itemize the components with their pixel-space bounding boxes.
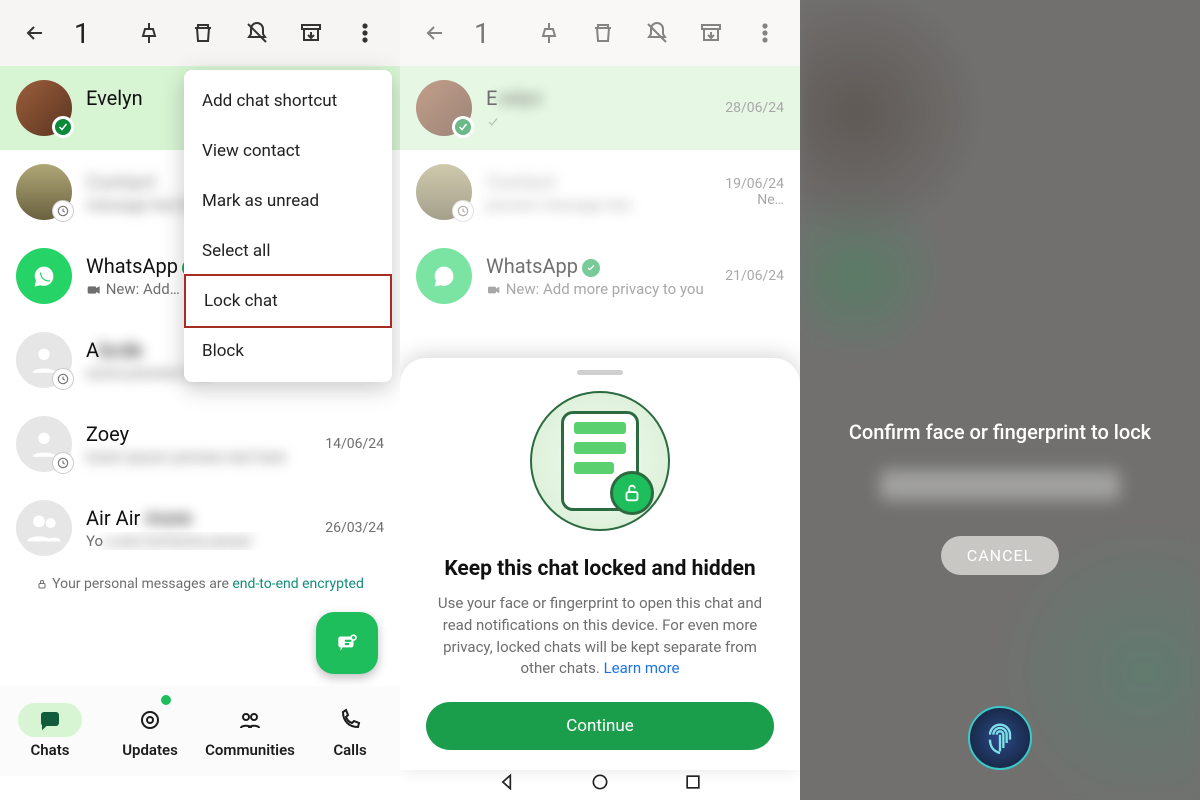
menu-item-lock-chat[interactable]: Lock chat xyxy=(184,274,392,328)
video-icon xyxy=(86,282,102,298)
screen-lock-chat-sheet: 1 Evelyn 28/06/24 Contact preview messag… xyxy=(400,0,800,800)
sheet-description: Use your face or fingerprint to open thi… xyxy=(426,593,774,680)
selected-check-icon xyxy=(52,116,74,138)
menu-item-mark-unread[interactable]: Mark as unread xyxy=(184,176,392,226)
archive-icon[interactable] xyxy=(288,10,334,56)
screen-biometric-confirm: Confirm face or fingerprint to lock CANC… xyxy=(800,0,1200,800)
chat-name-blurred: Contact xyxy=(486,170,711,194)
fingerprint-icon xyxy=(980,718,1020,758)
avatar-whatsapp xyxy=(416,248,472,304)
tab-chats[interactable]: Chats xyxy=(0,686,100,776)
avatar xyxy=(16,164,72,220)
chat-preview xyxy=(486,112,711,130)
selection-count: 1 xyxy=(474,17,490,50)
overflow-menu: Add chat shortcut View contact Mark as u… xyxy=(184,70,392,382)
lock-illustration xyxy=(530,391,670,531)
avatar-whatsapp xyxy=(16,248,72,304)
tab-updates[interactable]: Updates xyxy=(100,686,200,776)
trash-icon[interactable] xyxy=(580,10,626,56)
chat-name: Evelyn xyxy=(486,86,711,110)
chat-row[interactable]: Contact preview message text 19/06/24Ne… xyxy=(400,150,800,234)
selection-action-bar: 1 xyxy=(400,0,800,66)
chat-date: 14/06/24 xyxy=(325,436,384,452)
menu-item-select-all[interactable]: Select all xyxy=(184,226,392,276)
chat-row-selected[interactable]: Evelyn 28/06/24 xyxy=(400,66,800,150)
android-nav-bar xyxy=(400,768,800,800)
status-clock-icon xyxy=(452,200,474,222)
dim-overlay xyxy=(800,0,1200,800)
status-clock-icon xyxy=(52,452,74,474)
biometric-prompt: Confirm face or fingerprint to lock CANC… xyxy=(800,420,1200,575)
selected-check-icon xyxy=(452,116,474,138)
nav-back-icon[interactable] xyxy=(497,772,517,796)
chat-row[interactable]: Air Air more You and someone joined 26/0… xyxy=(0,486,400,570)
new-chat-fab[interactable] xyxy=(316,612,378,674)
pin-icon[interactable] xyxy=(526,10,572,56)
cancel-button[interactable]: CANCEL xyxy=(941,536,1059,575)
encryption-notice: Your personal messages are end-to-end en… xyxy=(0,570,400,598)
back-button[interactable] xyxy=(412,10,458,56)
menu-item-block[interactable]: Block xyxy=(184,326,392,376)
fingerprint-sensor[interactable] xyxy=(968,706,1032,770)
chat-preview-blurred: lorem ipsum preview text here xyxy=(86,448,311,466)
chat-name: Air Air more xyxy=(86,506,311,530)
chat-name: Zoey xyxy=(86,422,311,446)
lock-chat-bottom-sheet: Keep this chat locked and hidden Use you… xyxy=(400,358,800,770)
pin-icon[interactable] xyxy=(126,10,172,56)
selection-count: 1 xyxy=(74,17,90,50)
avatar xyxy=(16,416,72,472)
verified-icon xyxy=(582,259,600,277)
prompt-title: Confirm face or fingerprint to lock xyxy=(800,420,1200,444)
avatar xyxy=(416,80,472,136)
chat-row[interactable]: WhatsApp New: Add more privacy to you 21… xyxy=(400,234,800,318)
back-button[interactable] xyxy=(12,10,58,56)
avatar xyxy=(416,164,472,220)
avatar xyxy=(16,500,72,556)
trash-icon[interactable] xyxy=(180,10,226,56)
chat-row[interactable]: Zoey lorem ipsum preview text here 14/06… xyxy=(0,402,400,486)
avatar xyxy=(16,332,72,388)
status-clock-icon xyxy=(52,200,74,222)
chat-preview: New: Add more privacy to you xyxy=(486,280,711,298)
chat-date: 21/06/24 xyxy=(725,268,784,284)
mute-icon[interactable] xyxy=(634,10,680,56)
screen-chat-list-with-menu: 1 Evelyn xyxy=(0,0,400,800)
tab-calls[interactable]: Calls xyxy=(300,686,400,776)
continue-button[interactable]: Continue xyxy=(426,702,774,750)
tab-communities[interactable]: Communities xyxy=(200,686,300,776)
status-clock-icon xyxy=(52,368,74,390)
encryption-link[interactable]: end-to-end encrypted xyxy=(232,576,363,592)
unread-dot-icon xyxy=(161,695,171,705)
chat-date: 19/06/24Ne… xyxy=(725,176,784,208)
selection-action-bar: 1 xyxy=(0,0,400,66)
sheet-handle[interactable] xyxy=(577,370,623,375)
menu-item-view-contact[interactable]: View contact xyxy=(184,126,392,176)
chat-preview-blurred: preview message text xyxy=(486,196,711,214)
blurred-subtitle xyxy=(880,470,1120,500)
archive-icon[interactable] xyxy=(688,10,734,56)
more-icon[interactable] xyxy=(342,10,388,56)
chat-preview: You and someone joined xyxy=(86,532,311,550)
menu-item-add-shortcut[interactable]: Add chat shortcut xyxy=(184,76,392,126)
more-icon[interactable] xyxy=(742,10,788,56)
video-icon xyxy=(486,282,502,298)
unlock-icon xyxy=(610,471,654,515)
learn-more-link[interactable]: Learn more xyxy=(604,659,680,677)
chat-date: 26/03/24 xyxy=(325,520,384,536)
chat-name: WhatsApp xyxy=(486,254,711,278)
sheet-title: Keep this chat locked and hidden xyxy=(426,557,774,581)
lock-icon xyxy=(36,578,48,590)
nav-home-icon[interactable] xyxy=(590,772,610,796)
nav-recents-icon[interactable] xyxy=(683,772,703,796)
mute-icon[interactable] xyxy=(234,10,280,56)
bottom-nav: Chats Updates Communities Calls xyxy=(0,686,400,776)
avatar xyxy=(16,80,72,136)
chat-date: 28/06/24 xyxy=(725,100,784,116)
